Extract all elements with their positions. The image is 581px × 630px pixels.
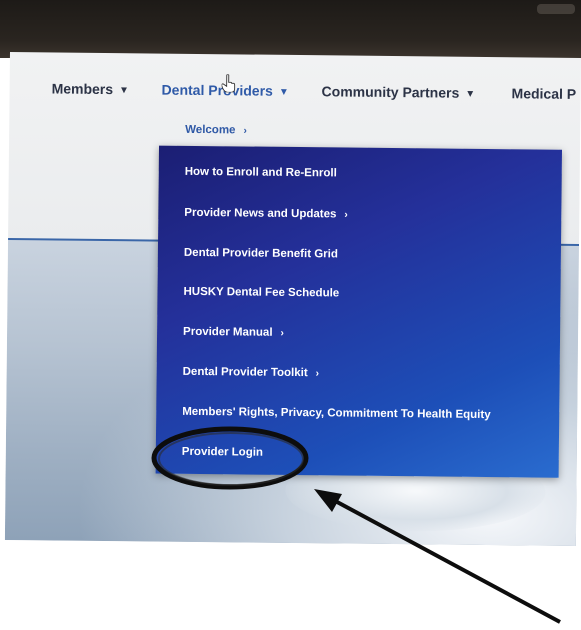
menu-item-label: HUSKY Dental Fee Schedule	[183, 285, 340, 300]
menu-item-provider-login[interactable]: Provider Login	[182, 446, 263, 459]
nav-item-label: Members	[51, 80, 114, 98]
chevron-right-icon: ›	[344, 209, 348, 221]
chevron-down-icon: ▼	[278, 86, 289, 98]
menu-item-members-rights[interactable]: Members' Rights, Privacy, Commitment To …	[182, 406, 491, 421]
monitor-bezel	[0, 0, 581, 58]
hand-cursor-icon	[221, 74, 236, 93]
dental-providers-dropdown: How to Enroll and Re-Enroll Provider New…	[155, 145, 563, 478]
menu-item-benefit-grid[interactable]: Dental Provider Benefit Grid	[184, 247, 338, 261]
chevron-down-icon: ▼	[465, 88, 476, 100]
nav-item-label: Community Partners	[321, 83, 460, 101]
chevron-right-icon: ›	[280, 327, 284, 339]
menu-item-provider-toolkit[interactable]: Dental Provider Toolkit ›	[183, 366, 319, 379]
menu-item-provider-manual[interactable]: Provider Manual ›	[183, 326, 284, 339]
menu-item-label: Provider News and Updates	[184, 206, 337, 221]
nav-item-community-partners[interactable]: Community Partners ▼	[322, 83, 476, 101]
menu-item-label: Members' Rights, Privacy, Commitment To …	[182, 405, 491, 422]
chevron-right-icon: ›	[315, 368, 320, 380]
submenu-welcome-label: Welcome	[185, 123, 236, 137]
chevron-right-icon: ›	[243, 125, 247, 137]
chevron-down-icon: ▼	[119, 85, 130, 97]
menu-item-label: Dental Provider Toolkit	[182, 365, 308, 380]
menu-item-label: How to Enroll and Re-Enroll	[184, 165, 337, 180]
nav-item-label: Dental Providers	[161, 81, 273, 99]
nav-item-members[interactable]: Members ▼	[52, 80, 130, 97]
menu-item-label: Provider Login	[181, 445, 264, 459]
bezel-detail	[537, 4, 575, 14]
main-nav: Members ▼ Dental Providers ▼ Community Par…	[9, 70, 580, 116]
nav-item-label: Medical P	[511, 85, 577, 102]
submenu-welcome[interactable]: Welcome ›	[185, 124, 247, 137]
menu-item-enroll[interactable]: How to Enroll and Re-Enroll	[185, 166, 337, 180]
menu-item-fee-schedule[interactable]: HUSKY Dental Fee Schedule	[183, 286, 339, 300]
menu-item-provider-news[interactable]: Provider News and Updates ›	[184, 207, 348, 221]
screen: Members ▼ Dental Providers ▼ Community Par…	[4, 52, 581, 546]
menu-item-label: Dental Provider Benefit Grid	[183, 246, 338, 261]
menu-item-label: Provider Manual	[183, 325, 273, 339]
nav-item-medical[interactable]: Medical P	[512, 85, 577, 102]
